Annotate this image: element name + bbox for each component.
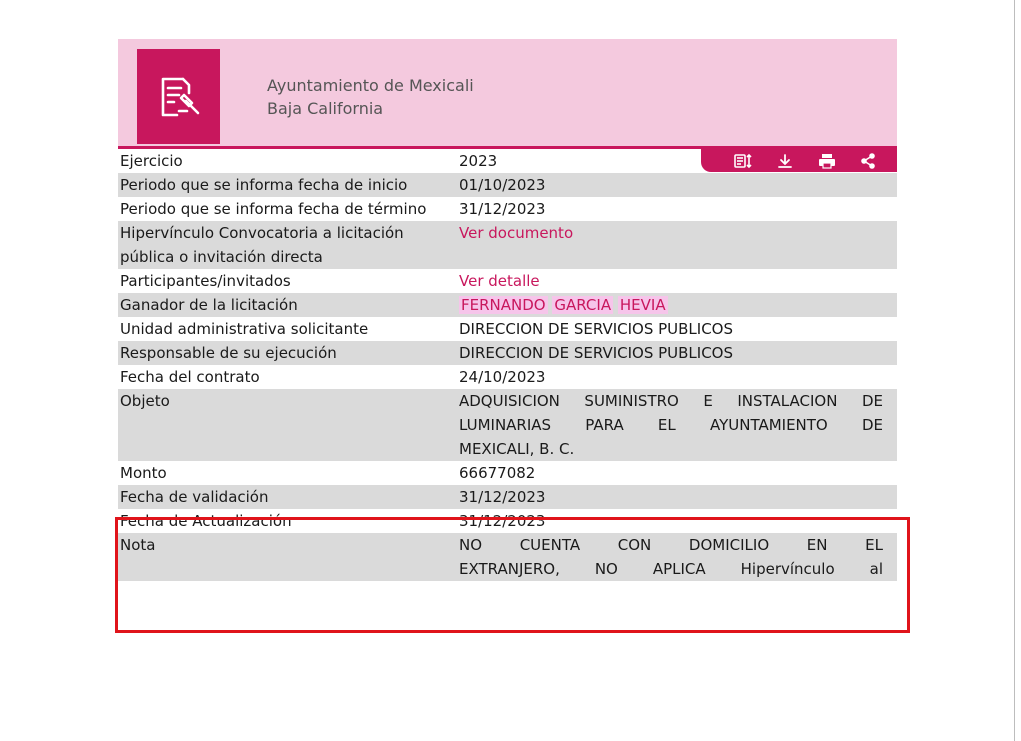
row-label: Unidad administrativa solicitante [118,317,447,341]
winner-value: FERNANDO GARCIA HEVIA [447,293,897,317]
table-row: Nota NO CUENTA CON DOMICILIO EN EL EXTRA… [118,533,897,581]
row-label: Objeto [118,389,447,461]
table-row: Objeto ADQUISICION SUMINISTRO E INSTALAC… [118,389,897,461]
table-row: Fecha de Actualización 31/12/2023 [118,509,897,533]
organization-name: Ayuntamiento de Mexicali Baja California [267,74,474,120]
row-label: Ganador de la licitación [118,293,447,317]
winner-last-name-2[interactable]: HEVIA [617,296,668,314]
filter-sort-icon[interactable] [733,151,755,171]
record-table: Ejercicio 2023 Periodo que se informa fe… [118,149,897,581]
winner-last-name-1[interactable]: GARCIA [552,296,614,314]
row-label: Participantes/invitados [118,269,447,293]
table-row: Hipervínculo Convocatoria a licitación p… [118,221,897,269]
row-value: 66677082 [447,461,897,485]
row-value: DIRECCION DE SERVICIOS PUBLICOS [447,317,897,341]
org-line-1: Ayuntamiento de Mexicali [267,76,474,95]
objeto-line-2: LUMINARIAS PARA EL AYUNTAMIENTO DE [459,416,883,434]
objeto-value: ADQUISICION SUMINISTRO E INSTALACION DE … [447,389,897,461]
table-row: Fecha del contrato 24/10/2023 [118,365,897,389]
row-label: Periodo que se informa fecha de término [118,197,447,221]
row-value: 31/12/2023 [447,197,897,221]
print-icon[interactable] [816,151,838,171]
table-row: Fecha de validación 31/12/2023 [118,485,897,509]
row-value: DIRECCION DE SERVICIOS PUBLICOS [447,341,897,365]
row-label: Responsable de su ejecución [118,341,447,365]
table-row: Periodo que se informa fecha de término … [118,197,897,221]
row-label: Nota [118,533,447,581]
objeto-line-1: ADQUISICION SUMINISTRO E INSTALACION DE [459,392,883,410]
nota-value: NO CUENTA CON DOMICILIO EN EL EXTRANJERO… [447,533,897,581]
row-label: Ejercicio [118,149,447,173]
download-icon[interactable] [774,151,796,171]
table-row: Periodo que se informa fecha de inicio 0… [118,173,897,197]
ver-detalle-link[interactable]: Ver detalle [459,272,540,290]
table-row: Participantes/invitados Ver detalle [118,269,897,293]
share-icon[interactable] [857,151,879,171]
row-label: Fecha de Actualización [118,509,447,533]
nota-line-2: EXTRANJERO, NO APLICA Hipervínculo al [459,560,883,578]
row-label: Periodo que se informa fecha de inicio [118,173,447,197]
record-card: Ayuntamiento de Mexicali Baja California [118,39,897,581]
table-row: Ganador de la licitación FERNANDO GARCIA… [118,293,897,317]
row-value: 24/10/2023 [447,365,897,389]
row-label: Fecha del contrato [118,365,447,389]
nota-line-1: NO CUENTA CON DOMICILIO EN EL [459,536,883,554]
card-header: Ayuntamiento de Mexicali Baja California [118,39,897,149]
contract-gavel-icon [137,49,220,144]
table-row: Unidad administrativa solicitante DIRECC… [118,317,897,341]
row-label: Hipervínculo Convocatoria a licitación p… [118,221,447,269]
row-label: Monto [118,461,447,485]
ver-documento-link[interactable]: Ver documento [459,224,573,242]
objeto-line-3: MEXICALI, B. C. [459,440,575,458]
record-toolbar [701,149,897,172]
row-value: 31/12/2023 [447,509,897,533]
table-row: Responsable de su ejecución DIRECCION DE… [118,341,897,365]
scrollbar-track[interactable] [1014,0,1015,741]
org-line-2: Baja California [267,99,384,118]
row-value: 01/10/2023 [447,173,897,197]
table-row: Monto 66677082 [118,461,897,485]
winner-first-name[interactable]: FERNANDO [459,296,548,314]
row-label: Fecha de validación [118,485,447,509]
row-value: 31/12/2023 [447,485,897,509]
